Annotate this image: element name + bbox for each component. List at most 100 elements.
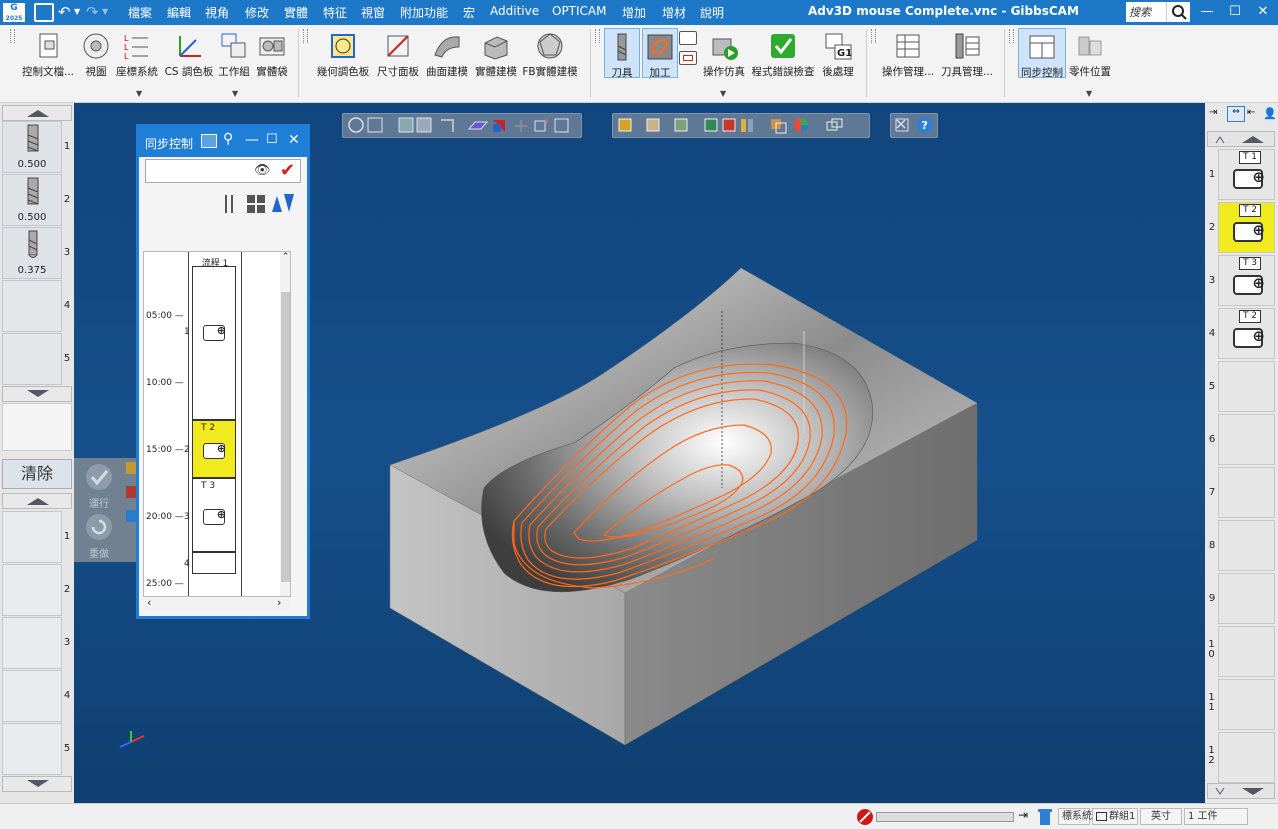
- scroll-down-button[interactable]: [2, 386, 72, 402]
- sort-icon[interactable]: [270, 193, 296, 213]
- op-slot[interactable]: [1218, 361, 1275, 412]
- op-slot[interactable]: [1218, 467, 1275, 518]
- op-list-icon[interactable]: [679, 51, 697, 65]
- tool-slot[interactable]: [2, 280, 62, 332]
- control-doc-button[interactable]: 控制文檔...: [20, 31, 76, 79]
- trash-icon[interactable]: [1036, 807, 1054, 826]
- surface-model-button[interactable]: 曲面建模: [424, 31, 470, 79]
- op-slot[interactable]: [1218, 679, 1275, 730]
- chevron-down-icon[interactable]: ▼: [720, 89, 726, 98]
- grid-view-icon[interactable]: [247, 195, 265, 213]
- menu-macro[interactable]: 宏: [463, 4, 475, 21]
- toolbar-grip[interactable]: [871, 29, 876, 43]
- toolbar-grip[interactable]: [595, 29, 600, 43]
- menu-additive-mfg[interactable]: 增材: [662, 4, 686, 21]
- run-button[interactable]: 運行: [82, 462, 116, 510]
- op-slot[interactable]: [2, 670, 62, 722]
- app-logo-icon[interactable]: G 2025: [3, 3, 25, 22]
- pin-right-icon[interactable]: ⇥: [1018, 808, 1028, 822]
- tool-slot[interactable]: 0.375: [2, 227, 62, 279]
- undo-dropdown-icon[interactable]: ▼: [74, 7, 80, 16]
- coord-system-button[interactable]: LLL 座標系統: [114, 31, 160, 79]
- op-slot[interactable]: [2, 617, 62, 669]
- minimize-button[interactable]: —: [1192, 2, 1222, 22]
- menu-solid[interactable]: 實體: [284, 4, 308, 21]
- close-icon[interactable]: ✕: [288, 132, 300, 148]
- menu-view[interactable]: 視角: [205, 4, 229, 21]
- tool-slot[interactable]: 0.500: [2, 174, 62, 226]
- chevron-left-icon[interactable]: ‹: [147, 596, 151, 609]
- move-right-icon[interactable]: ⇤: [1247, 107, 1261, 121]
- redo-dropdown-icon[interactable]: ▼: [102, 7, 108, 16]
- save-icon[interactable]: [34, 3, 54, 22]
- machining-button[interactable]: 加工: [642, 28, 678, 79]
- dim-panel-button[interactable]: 尺寸面板: [374, 31, 422, 79]
- menu-feature[interactable]: 特征: [323, 4, 347, 21]
- operation-block-selected[interactable]: T 2 ⊕: [192, 420, 236, 478]
- checkmark-icon[interactable]: ✔: [280, 160, 295, 181]
- split-icon[interactable]: [225, 195, 233, 213]
- operation-block[interactable]: ⊕: [192, 266, 236, 420]
- sync-window-titlebar[interactable]: 同步控制 ⚲ — ☐ ✕: [139, 127, 307, 157]
- minimize-icon[interactable]: —: [245, 132, 259, 148]
- menu-opticam[interactable]: OPTICAM: [552, 4, 607, 18]
- tool-slot[interactable]: 0.500: [2, 121, 62, 173]
- undo-icon[interactable]: ↶: [58, 3, 71, 21]
- op-slot[interactable]: [1218, 520, 1275, 571]
- chevron-down-icon[interactable]: ▼: [1086, 89, 1092, 98]
- chevron-down-icon[interactable]: ▼: [136, 89, 142, 98]
- geo-palette-button[interactable]: 幾何調色板: [314, 31, 372, 79]
- move-both-icon[interactable]: ⇔: [1227, 106, 1245, 122]
- scroll-down-button[interactable]: [1207, 783, 1275, 799]
- close-button[interactable]: ✕: [1248, 2, 1278, 22]
- op-slot[interactable]: T 3 ⊕: [1218, 255, 1275, 306]
- cs-palette-button[interactable]: CS 調色板: [164, 31, 214, 79]
- move-left-icon[interactable]: ⇥: [1209, 107, 1225, 121]
- redo-button[interactable]: 重做: [82, 512, 116, 560]
- post-process-button[interactable]: G1 後處理: [818, 31, 858, 79]
- chevron-up-icon[interactable]: ⌃: [280, 252, 290, 262]
- op-slot[interactable]: T 1 ⊕: [1218, 149, 1275, 200]
- scroll-up-button[interactable]: [1207, 131, 1275, 147]
- eye-icon[interactable]: 👁: [254, 163, 271, 178]
- solid-model-button[interactable]: 實體建模: [472, 31, 520, 79]
- solid-bag-button[interactable]: 實體袋: [254, 31, 290, 79]
- scroll-down-button[interactable]: [2, 776, 72, 792]
- redo-icon[interactable]: ↷: [86, 3, 99, 21]
- user-icon[interactable]: 👤: [1263, 107, 1277, 121]
- window-list-icon[interactable]: [201, 134, 217, 148]
- toolbar-grip[interactable]: [303, 29, 308, 43]
- scroll-up-button[interactable]: [2, 493, 72, 509]
- tools-button[interactable]: 刀具: [604, 28, 640, 79]
- op-slot[interactable]: [2, 511, 62, 563]
- menu-window[interactable]: 視窗: [361, 4, 385, 21]
- menu-edit[interactable]: 編輯: [167, 4, 191, 21]
- menu-help[interactable]: 說明: [700, 4, 724, 21]
- view-button[interactable]: 視圖: [80, 31, 112, 79]
- horizontal-scrollbar[interactable]: ‹ ›: [143, 596, 291, 611]
- op-slot[interactable]: [2, 723, 62, 775]
- group-status[interactable]: 群組1: [1092, 808, 1138, 825]
- menu-add[interactable]: 增加: [622, 4, 646, 21]
- op-window-icon[interactable]: [679, 31, 697, 45]
- operation-block[interactable]: [192, 552, 236, 574]
- op-slot[interactable]: [1218, 573, 1275, 624]
- pin-icon[interactable]: ⚲: [223, 131, 233, 147]
- toolbar-grip[interactable]: [10, 29, 15, 43]
- stop-icon[interactable]: [856, 808, 874, 826]
- tool-slot[interactable]: [2, 333, 62, 385]
- part-position-button[interactable]: 零件位置: [1068, 31, 1112, 79]
- op-slot[interactable]: [2, 564, 62, 616]
- menu-addons[interactable]: 附加功能: [400, 4, 448, 21]
- maximize-button[interactable]: ☐: [1220, 2, 1250, 22]
- scroll-up-button[interactable]: [2, 105, 72, 121]
- fb-solid-model-button[interactable]: FB實體建模: [522, 31, 578, 79]
- program-check-button[interactable]: 程式錯誤檢查: [750, 31, 816, 79]
- op-slot[interactable]: [1218, 626, 1275, 677]
- op-slot[interactable]: [1218, 732, 1275, 783]
- menu-modify[interactable]: 修改: [245, 4, 269, 21]
- search-icon[interactable]: [1166, 2, 1190, 22]
- op-manager-button[interactable]: 操作管理...: [880, 31, 936, 79]
- toolbar-grip[interactable]: [1009, 29, 1014, 43]
- coord-sys-status[interactable]: 標系統: [1058, 808, 1092, 825]
